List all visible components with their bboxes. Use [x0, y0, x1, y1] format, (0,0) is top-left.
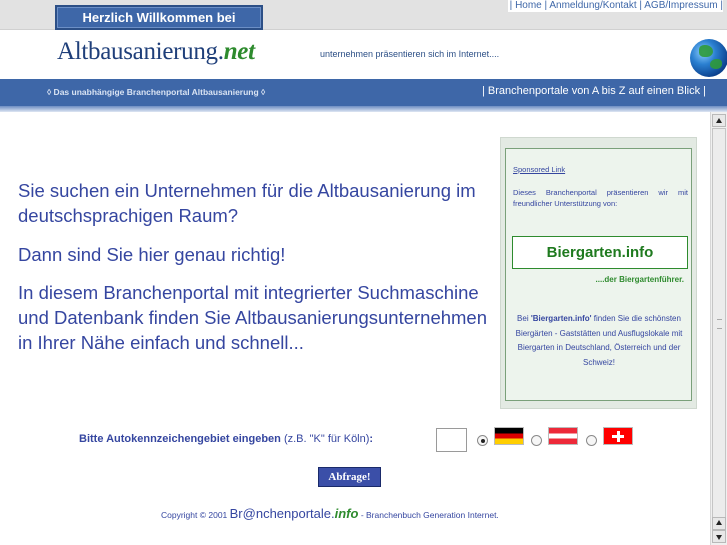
- link-home[interactable]: Home: [515, 0, 542, 11]
- main-content: Sie suchen ein Unternehmen für die Altba…: [0, 112, 710, 545]
- scroll-thumb[interactable]: [712, 128, 726, 518]
- austria-flag-icon: [548, 427, 578, 445]
- copyright-brand-suffix[interactable]: info: [335, 506, 359, 521]
- nav-tagline: ◊ Das unabhängige Branchenportal Altbaus…: [47, 87, 266, 97]
- copyright-prefix: Copyright © 2001: [161, 510, 230, 520]
- plate-input[interactable]: [436, 428, 467, 452]
- copyright-brand[interactable]: Br@nchenportale.: [230, 506, 335, 521]
- radio-germany[interactable]: [477, 435, 488, 446]
- top-bar: Herzlich Willkommen bei | Home | Anmeldu…: [0, 0, 727, 30]
- scroll-grip-icon: [717, 319, 722, 329]
- header: Altbausanierung.net unternehmen präsenti…: [0, 31, 727, 79]
- logo-suffix-text: net: [223, 38, 255, 65]
- plate-label-colon: :: [369, 433, 374, 445]
- intro-question: Sie suchen ein Unternehmen für die Altba…: [18, 180, 476, 226]
- sponsored-link[interactable]: Sponsored Link: [513, 165, 565, 174]
- intro-answer: Dann sind Sie hier genau richtig!: [18, 244, 286, 265]
- biergarten-description: Bei 'Biergarten.info' finden Sie die sch…: [514, 312, 684, 370]
- scroll-up-button[interactable]: [712, 114, 726, 127]
- biergarten-tagline[interactable]: ....der Biergartenführer.: [596, 275, 684, 284]
- intro-description: In diesem Branchenportal mit integrierte…: [18, 282, 488, 353]
- nav-band: ◊ Das unabhängige Branchenportal Altbaus…: [0, 79, 727, 106]
- radio-switzerland[interactable]: [586, 435, 597, 446]
- site-logo[interactable]: Altbausanierung.net: [57, 38, 255, 66]
- bier-desc-prefix: Bei: [517, 314, 531, 323]
- plate-label-main: Bitte Autokennzeichengebiet eingeben: [79, 433, 281, 445]
- scroll-down-button[interactable]: [712, 530, 726, 543]
- plate-label: Bitte Autokennzeichengebiet eingeben (z.…: [79, 433, 373, 445]
- germany-flag-icon: [494, 427, 524, 445]
- page: Herzlich Willkommen bei | Home | Anmeldu…: [0, 0, 727, 545]
- link-anmeldung-kontakt[interactable]: Anmeldung/Kontakt: [549, 0, 636, 11]
- vertical-scrollbar[interactable]: [710, 112, 727, 545]
- nav-portals-link[interactable]: | Branchenportale von A bis Z auf einen …: [482, 85, 706, 97]
- slogan: unternehmen präsentieren sich im Interne…: [320, 49, 500, 59]
- logo-main-text: Altbausanierung.: [57, 38, 224, 65]
- top-links: | Home | Anmeldung/Kontakt | AGB/Impress…: [507, 0, 723, 12]
- submit-button[interactable]: Abfrage!: [318, 467, 381, 487]
- copyright-suffix: - Branchenbuch Generation Internet.: [358, 510, 499, 520]
- sponsor-description: Dieses Branchenportal präsentieren wir m…: [513, 188, 688, 208]
- radio-austria[interactable]: [531, 435, 542, 446]
- sponsor-inner: Sponsored Link Dieses Branchenportal prä…: [505, 148, 692, 401]
- sponsor-box: Sponsored Link Dieses Branchenportal prä…: [500, 137, 697, 409]
- welcome-banner: Herzlich Willkommen bei: [55, 5, 263, 30]
- globe-icon: [690, 39, 727, 77]
- switzerland-flag-icon: [603, 427, 633, 445]
- copyright: Copyright © 2001 Br@nchenportale.info - …: [161, 506, 499, 521]
- biergarten-button[interactable]: Biergarten.info: [512, 236, 688, 269]
- link-agb-impressum[interactable]: AGB/Impressum: [644, 0, 717, 11]
- scroll-up-button-lower[interactable]: [712, 517, 726, 530]
- plate-label-example: (z.B. "K" für Köln): [280, 433, 370, 445]
- bier-desc-brand: 'Biergarten.info': [530, 314, 592, 323]
